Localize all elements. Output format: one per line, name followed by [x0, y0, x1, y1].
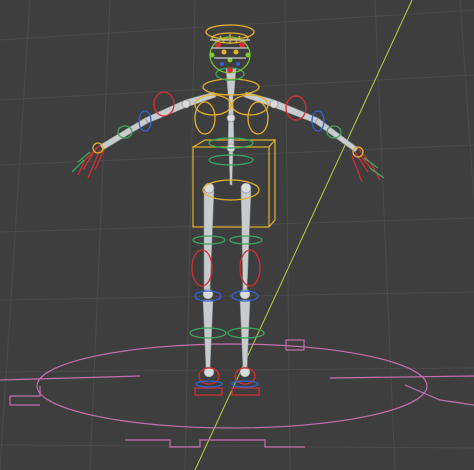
leg-ik-chains[interactable]	[189, 179, 265, 385]
spine-bones	[225, 67, 237, 186]
root-control[interactable]	[0, 339, 474, 448]
face-rig-controls[interactable]	[209, 34, 251, 74]
3d-viewport[interactable]	[0, 0, 474, 470]
leg-bones	[202, 189, 252, 371]
floor-grid	[0, 0, 474, 470]
